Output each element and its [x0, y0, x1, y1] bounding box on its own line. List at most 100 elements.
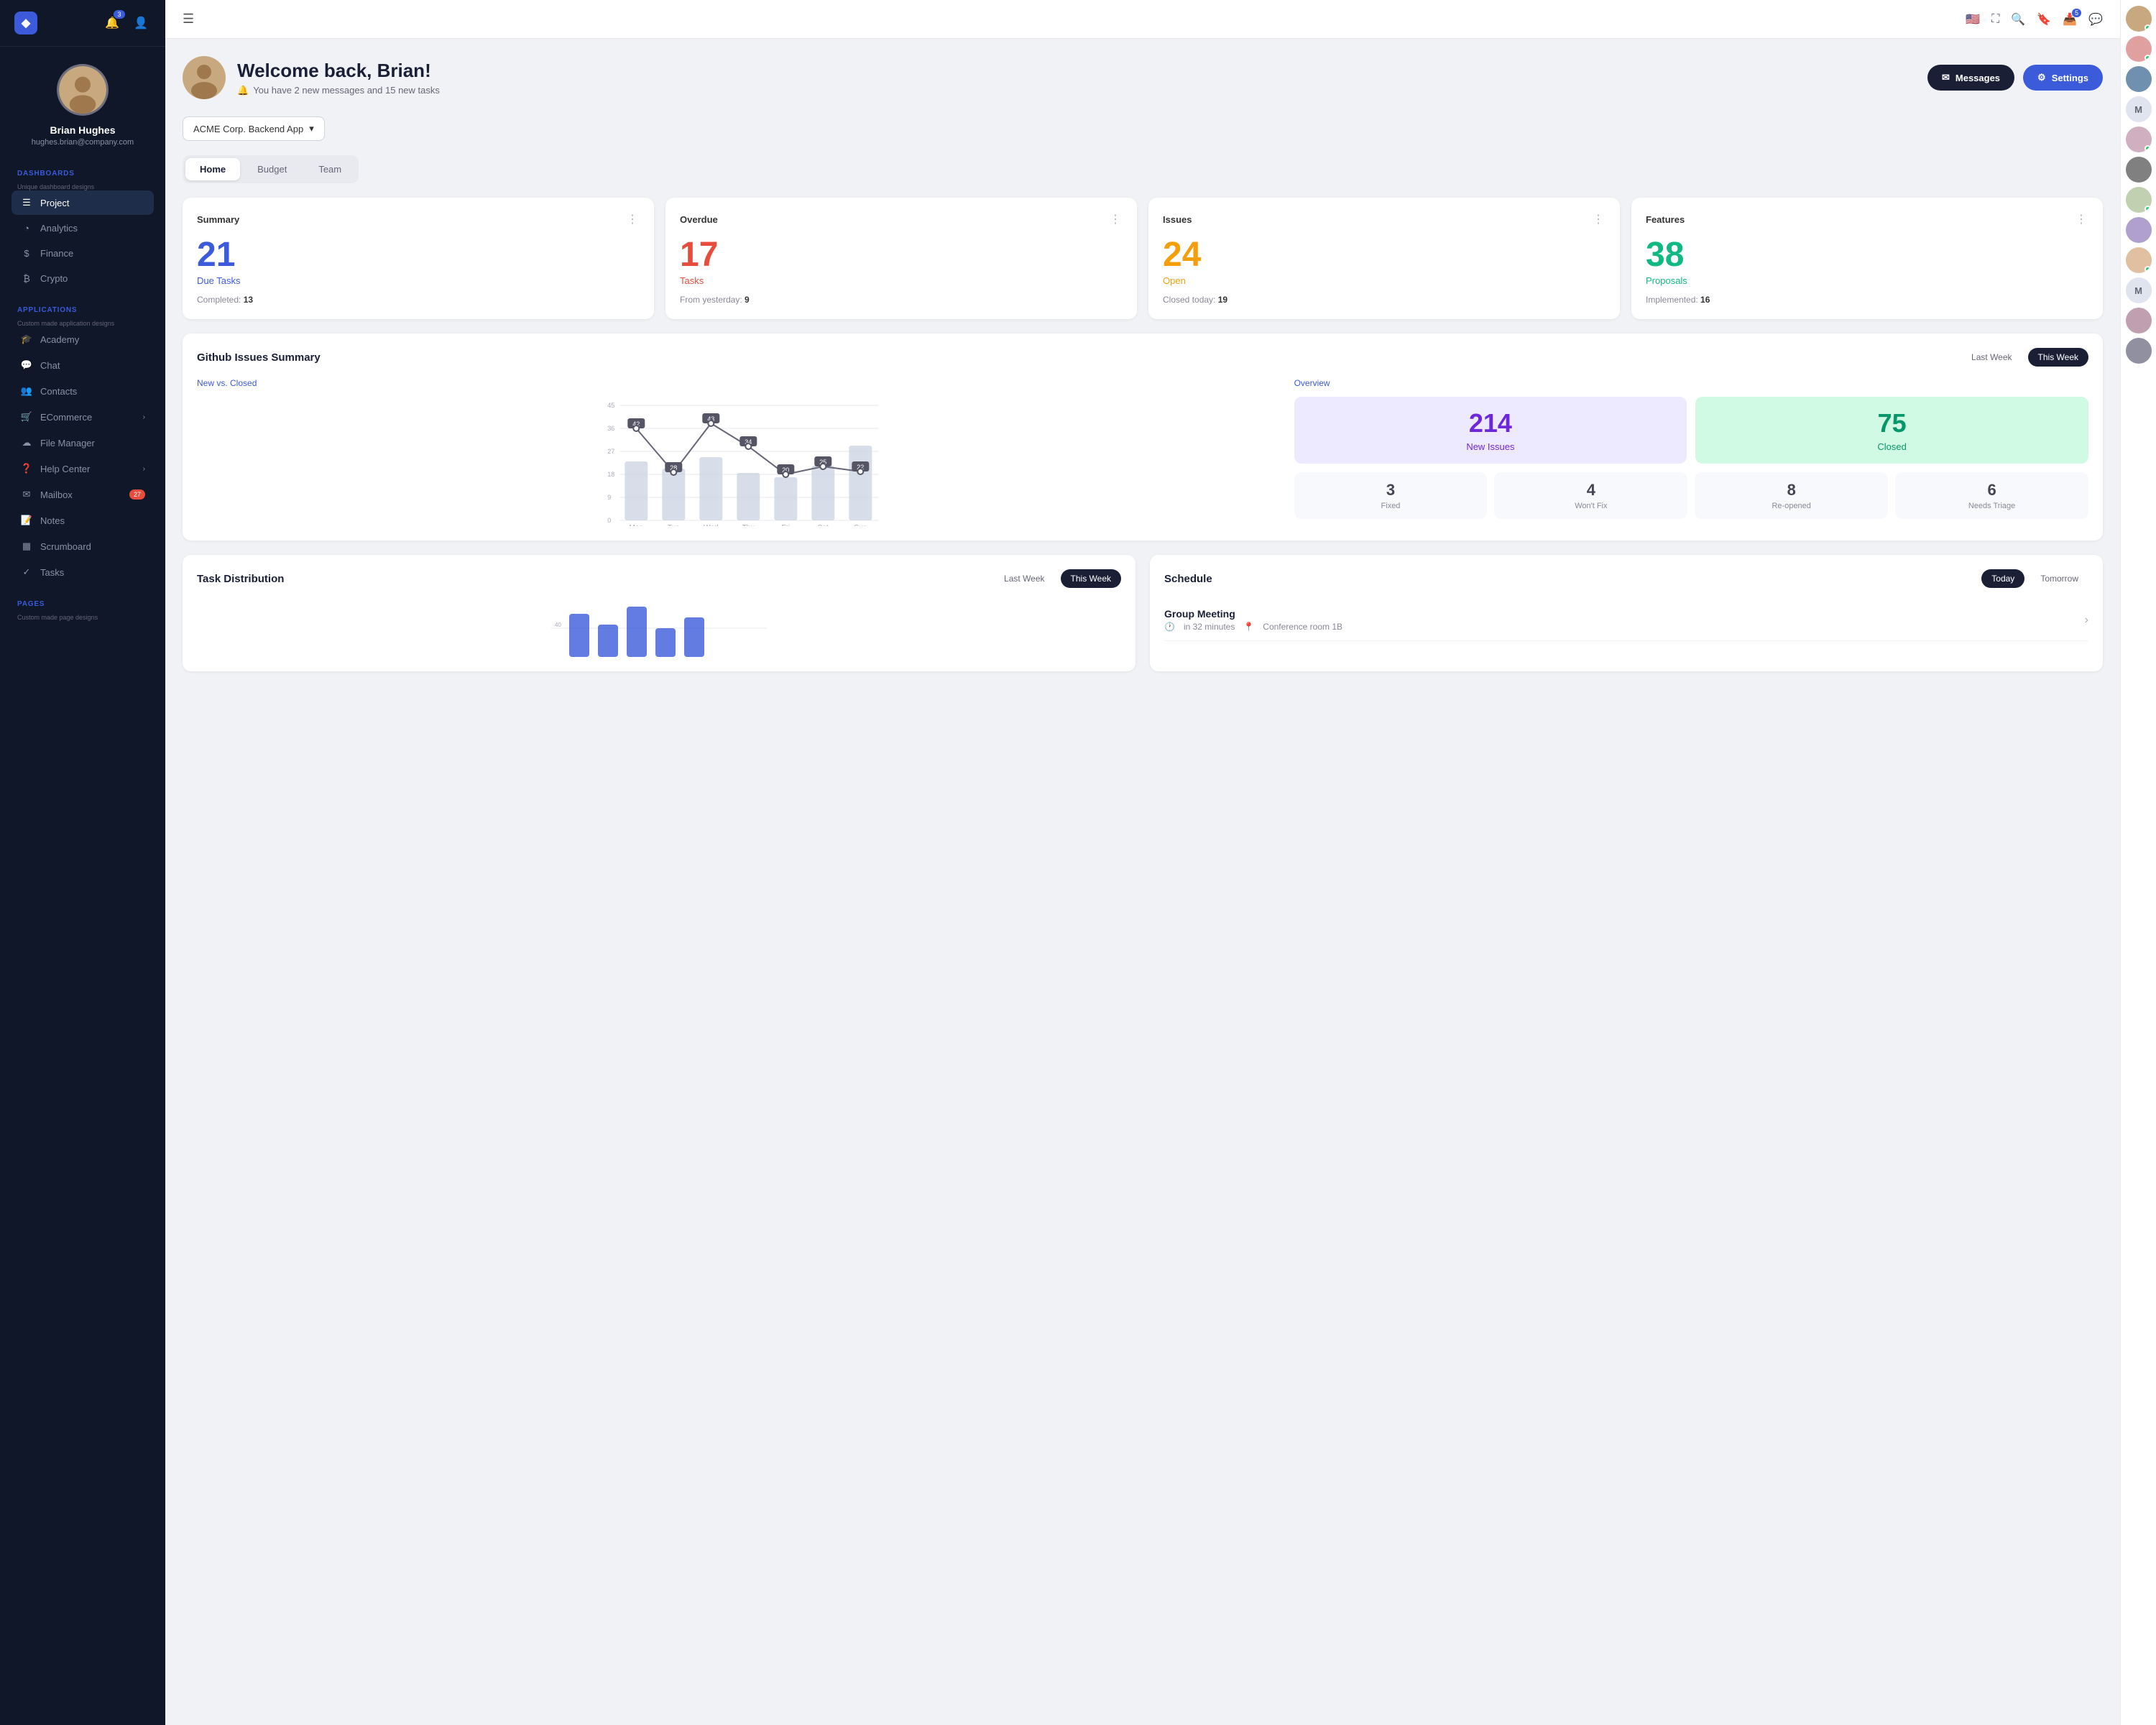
notifications-button[interactable]: 🔔 3	[102, 13, 122, 33]
flag-icon[interactable]: 🇺🇸	[1966, 12, 1980, 27]
project-icon: ☰	[20, 197, 33, 208]
welcome-avatar	[183, 56, 226, 99]
right-avatar-placeholder-m[interactable]: M	[2126, 96, 2152, 122]
stat-menu-overdue[interactable]: ⋮	[1110, 212, 1123, 226]
sidebar-item-analytics[interactable]: ◔ Analytics	[11, 216, 154, 240]
location-icon: 📍	[1243, 622, 1254, 632]
sidebar-item-ecommerce[interactable]: 🛒 ECommerce ›	[11, 405, 154, 429]
sidebar-item-chat[interactable]: 💬 Chat	[11, 353, 154, 377]
sidebar-item-label: Help Center	[40, 464, 90, 474]
stat-title-features: Features	[1646, 214, 1685, 225]
scrumboard-icon: ▦	[20, 540, 33, 552]
right-avatar-5[interactable]	[2126, 187, 2152, 213]
sidebar-header: ◆ 🔔 3 👤	[0, 0, 165, 47]
finance-icon: $	[20, 248, 33, 259]
tab-team[interactable]: Team	[304, 158, 356, 180]
sidebar-item-scrumboard[interactable]: ▦ Scrumboard	[11, 534, 154, 558]
chevron-right-icon[interactable]: ›	[2085, 614, 2088, 627]
project-selector[interactable]: ACME Corp. Backend App ▾	[183, 116, 325, 141]
messages-icon: ✉	[1942, 72, 1950, 83]
overview-top: 214 New Issues 75 Closed	[1294, 397, 2088, 464]
right-avatar-placeholder-m2[interactable]: M	[2126, 277, 2152, 303]
sidebar-item-academy[interactable]: 🎓 Academy	[11, 327, 154, 351]
today-button[interactable]: Today	[1981, 569, 2024, 588]
task-this-week-button[interactable]: This Week	[1061, 569, 1121, 588]
svg-text:Wed: Wed	[704, 524, 718, 526]
schedule-item-group-meeting: Group Meeting 🕐 in 32 minutes 📍 Conferen…	[1164, 599, 2088, 641]
right-avatar-2[interactable]	[2126, 66, 2152, 92]
sidebar-item-label: Project	[40, 198, 69, 208]
welcome-text: Welcome back, Brian! 🔔 You have 2 new me…	[237, 60, 1927, 96]
svg-text:36: 36	[607, 425, 614, 432]
chat-topbar-icon[interactable]: 💬	[2088, 12, 2103, 27]
github-issues-section: Github Issues Summary Last Week This Wee…	[183, 334, 2103, 540]
stat-footer-features: Implemented: 16	[1646, 295, 2088, 305]
hamburger-button[interactable]: ☰	[183, 12, 194, 27]
stat-menu-features[interactable]: ⋮	[2076, 212, 2088, 226]
task-dist-header: Task Distribution Last Week This Week	[197, 569, 1121, 588]
online-indicator	[2145, 206, 2151, 212]
sidebar-item-contacts[interactable]: 👥 Contacts	[11, 379, 154, 403]
sidebar-item-filemanager[interactable]: ☁ File Manager	[11, 431, 154, 455]
right-avatar-9[interactable]	[2126, 338, 2152, 364]
fullscreen-icon[interactable]: ⛶	[1991, 13, 1999, 26]
search-icon[interactable]: 🔍	[2011, 12, 2025, 27]
sidebar-item-helpcenter[interactable]: ❓ Help Center ›	[11, 456, 154, 481]
notifications-badge: 3	[114, 10, 125, 19]
user-icon-button[interactable]: 👤	[131, 13, 151, 33]
stat-footer-summary: Completed: 13	[197, 295, 640, 305]
svg-text:45: 45	[607, 402, 614, 409]
sidebar-item-crypto[interactable]: ₿ Crypto	[11, 267, 154, 290]
app-logo[interactable]: ◆	[14, 12, 37, 34]
bookmark-icon[interactable]: 🔖	[2037, 12, 2051, 27]
stat-menu-issues[interactable]: ⋮	[1593, 212, 1606, 226]
sidebar-item-label: ECommerce	[40, 412, 92, 423]
task-last-week-button[interactable]: Last Week	[994, 569, 1054, 588]
sidebar-item-finance[interactable]: $ Finance	[11, 242, 154, 265]
inbox-icon[interactable]: 📥 5	[2063, 12, 2077, 27]
chevron-right-icon: ›	[143, 465, 145, 473]
right-avatar-6[interactable]	[2126, 217, 2152, 243]
analytics-icon: ◔	[20, 223, 33, 234]
last-week-button[interactable]: Last Week	[1961, 348, 2022, 367]
welcome-actions: ✉ Messages ⚙ Settings	[1927, 65, 2103, 91]
mini-card-reopened: 8 Re-opened	[1695, 472, 1888, 519]
right-avatar-1[interactable]	[2126, 36, 2152, 62]
fixed-number: 3	[1303, 481, 1479, 500]
right-avatar-0[interactable]	[2126, 6, 2152, 32]
sidebar-item-mailbox[interactable]: ✉ Mailbox 27	[11, 482, 154, 507]
applications-sublabel: Custom made application designs	[11, 320, 154, 327]
sidebar-item-label: Chat	[40, 360, 60, 371]
sidebar-item-tasks[interactable]: ✓ Tasks	[11, 560, 154, 584]
right-avatar-7[interactable]	[2126, 247, 2152, 273]
ecommerce-icon: 🛒	[20, 411, 33, 423]
schedule-title: Schedule	[1164, 573, 1212, 585]
user-profile: Brian Hughes hughes.brian@company.com	[0, 47, 165, 158]
fixed-label: Fixed	[1303, 502, 1479, 510]
right-panel: M M	[2120, 0, 2156, 1725]
stat-title-issues: Issues	[1163, 214, 1192, 225]
stat-label-overdue: Tasks	[680, 275, 1123, 286]
messages-button[interactable]: ✉ Messages	[1927, 65, 2014, 91]
right-avatar-4[interactable]	[2126, 157, 2152, 183]
sidebar: ◆ 🔔 3 👤 Brian Hughes hughes.brian@compan…	[0, 0, 165, 1725]
github-content: New vs. Closed 0 9 18 27 36 45	[197, 378, 2088, 526]
chart-area: New vs. Closed 0 9 18 27 36 45	[197, 378, 1280, 526]
stat-menu-summary[interactable]: ⋮	[627, 212, 640, 226]
sidebar-item-notes[interactable]: 📝 Notes	[11, 508, 154, 533]
right-avatar-3[interactable]	[2126, 126, 2152, 152]
this-week-button[interactable]: This Week	[2028, 348, 2088, 367]
svg-text:18: 18	[607, 471, 614, 478]
task-dist-chart: 40	[197, 599, 1121, 657]
dashboards-label: DASHBOARDS	[11, 170, 154, 178]
right-avatar-8[interactable]	[2126, 308, 2152, 334]
sidebar-item-label: File Manager	[40, 438, 95, 448]
sidebar-item-project[interactable]: ☰ Project	[11, 190, 154, 215]
schedule-time: in 32 minutes	[1184, 622, 1235, 632]
tab-budget[interactable]: Budget	[243, 158, 301, 180]
tab-home[interactable]: Home	[185, 158, 240, 180]
settings-button[interactable]: ⚙ Settings	[2023, 65, 2103, 91]
triage-label: Needs Triage	[1904, 502, 2080, 510]
crypto-icon: ₿	[20, 273, 33, 284]
tomorrow-button[interactable]: Tomorrow	[2030, 569, 2088, 588]
